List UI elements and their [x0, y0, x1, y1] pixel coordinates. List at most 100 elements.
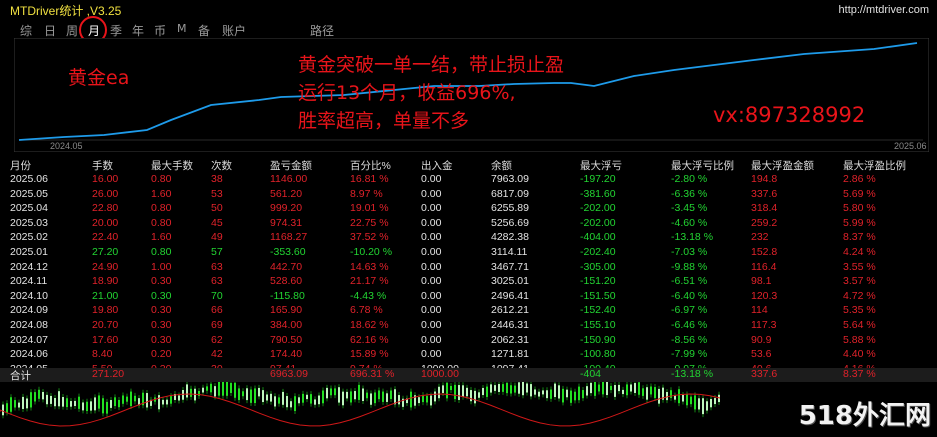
table-row[interactable]: 2024.10 21.00 0.30 70 -115.80 -4.43 % 0.00 2496…: [0, 290, 937, 305]
table-cell: -3.45 %: [671, 202, 708, 215]
table-cell: -6.40 %: [671, 289, 708, 302]
total-row: 合计 271.20 6963.09 696.31 % 1000.00 -404 -13.18…: [0, 368, 937, 382]
table-cell: 120.3: [751, 289, 778, 302]
table-cell: 232: [751, 231, 769, 244]
table-cell: 8.37 %: [843, 231, 876, 244]
tab-symbol[interactable]: 币: [154, 22, 166, 39]
table-cell: -151.50: [580, 289, 616, 302]
column-header[interactable]: 最大浮亏比例: [671, 158, 734, 173]
table-cell: 0.80: [151, 246, 172, 258]
table-cell: -2.80 %: [671, 173, 708, 185]
app-url-link[interactable]: http://mtdriver.com: [839, 4, 929, 16]
column-header[interactable]: 百分比%: [350, 158, 391, 173]
table-cell: 22.40: [92, 231, 119, 244]
table-cell: 0.00: [421, 275, 442, 288]
table-cell: 2025.04: [10, 202, 48, 215]
table-cell: 26.00: [92, 187, 119, 200]
monthly-stats-table: 月份 手数 最大手数 次数 盈亏金额 百分比% 出入金 余额 最大浮亏 最大浮亏比例 最大浮盈金额 最…: [0, 152, 937, 382]
table-cell: 3114.11: [491, 246, 528, 258]
table-cell: 117.3: [751, 319, 777, 331]
table-cell: 63: [211, 260, 223, 273]
column-header[interactable]: 最大浮盈金额: [751, 158, 814, 173]
table-cell: 5.99 %: [843, 216, 876, 229]
column-header[interactable]: 次数: [211, 158, 232, 173]
column-header[interactable]: 盈亏金额: [270, 158, 312, 173]
table-row[interactable]: 2025.01 27.20 0.80 57 -353.60 -10.20 % 0.00 311…: [0, 246, 937, 261]
tab-year[interactable]: 年: [132, 22, 144, 39]
table-cell: 0.80: [151, 216, 172, 229]
column-header[interactable]: 余额: [491, 158, 512, 173]
table-row[interactable]: 2025.05 26.00 1.60 53 561.20 8.97 % 0.00 6817.0…: [0, 188, 937, 203]
table-cell: 5.80 %: [843, 202, 876, 215]
table-cell: 194.8: [751, 173, 778, 185]
table-cell: 5.35 %: [843, 304, 876, 317]
table-cell: 62.16 %: [350, 333, 389, 346]
table-row[interactable]: 2024.08 20.70 0.30 69 384.00 18.62 % 0.00 2446.…: [0, 319, 937, 334]
x-axis-end-label: 2025.06: [894, 141, 927, 151]
table-row[interactable]: 2024.06 8.40 0.20 42 174.40 15.89 % 0.00 1271.8…: [0, 348, 937, 363]
table-cell: 152.8: [751, 246, 778, 258]
table-cell: 384.00: [270, 319, 303, 331]
annotation-strategy: 黄金突破一单一结，带止损止盈: [298, 54, 565, 76]
table-cell: 7963.09: [491, 173, 529, 185]
table-row[interactable]: 2024.07 17.60 0.30 62 790.50 62.16 % 0.00 2062.…: [0, 334, 937, 349]
table-cell: 2025.01: [10, 246, 48, 258]
table-cell: 8.40: [92, 348, 113, 361]
table-cell: 63: [211, 275, 223, 288]
table-cell: 20.00: [92, 216, 119, 229]
table-row[interactable]: 2025.03 20.00 0.80 45 974.31 22.75 % 0.00 5256.…: [0, 217, 937, 232]
table-cell: 2025.05: [10, 187, 48, 200]
table-row[interactable]: 2025.02 22.40 1.60 49 1168.27 37.52 % 0.00 4282…: [0, 231, 937, 246]
table-cell: 22.80: [92, 202, 119, 215]
table-cell: -7.03 %: [671, 246, 708, 258]
column-header[interactable]: 手数: [92, 158, 113, 173]
table-cell: 0.30: [151, 304, 172, 317]
table-cell: -404.00: [580, 231, 616, 244]
table-row[interactable]: 2025.06 16.00 0.80 38 1146.00 16.81 % 0.00 7963…: [0, 173, 937, 188]
table-cell: 2446.31: [491, 319, 529, 331]
table-cell: 974.31: [270, 216, 303, 229]
column-header[interactable]: 月份: [10, 158, 31, 173]
tab-magic[interactable]: M: [177, 22, 187, 35]
tab-week[interactable]: 周: [66, 22, 78, 39]
table-cell: -197.20: [580, 173, 616, 185]
table-row[interactable]: 2024.11 18.90 0.30 63 528.60 21.17 % 0.00 3025.…: [0, 275, 937, 290]
table-cell: -13.18 %: [671, 231, 714, 244]
table-cell: -6.51 %: [671, 275, 708, 288]
table-cell: 2612.21: [491, 304, 529, 317]
table-cell: -100.80: [580, 348, 616, 361]
tab-account[interactable]: 账户: [222, 22, 246, 39]
table-cell: -353.60: [270, 246, 306, 258]
table-cell: 999.20: [270, 202, 303, 215]
column-header[interactable]: 出入金: [421, 158, 453, 173]
table-cell: 21.00: [92, 289, 119, 302]
tab-path[interactable]: 路径: [310, 22, 334, 39]
table-cell: 19.01 %: [350, 202, 389, 215]
title-bar: MTDriver统计 ,V3.25 http://mtdriver.com: [0, 0, 937, 20]
total-cell: 271.20: [92, 368, 125, 380]
table-row[interactable]: 2024.09 19.80 0.30 66 165.90 6.78 % 0.00 2612.2…: [0, 304, 937, 319]
column-header[interactable]: 最大手数: [151, 158, 193, 173]
table-row[interactable]: 2024.12 24.90 1.00 63 442.70 14.63 % 0.00 3467.…: [0, 261, 937, 276]
table-cell: 2024.12: [10, 260, 48, 273]
table-cell: 4282.38: [491, 231, 529, 244]
tab-day[interactable]: 日: [44, 22, 56, 39]
table-row[interactable]: 2025.04 22.80 0.80 50 999.20 19.01 % 0.00 6255.…: [0, 202, 937, 217]
table-cell: 49: [211, 231, 223, 244]
table-cell: 2062.31: [491, 333, 529, 346]
total-cell: 8.37 %: [843, 368, 876, 380]
table-cell: 5256.69: [491, 216, 529, 229]
column-header[interactable]: 最大浮盈比例: [843, 158, 906, 173]
table-cell: 3025.01: [491, 275, 529, 288]
tab-summary[interactable]: 综: [20, 22, 32, 39]
table-cell: -7.99 %: [671, 348, 708, 361]
table-cell: -6.46 %: [671, 319, 708, 331]
table-cell: -381.60: [580, 187, 616, 200]
column-header[interactable]: 最大浮亏: [580, 158, 622, 173]
tab-comment[interactable]: 备: [198, 22, 210, 39]
tab-quarter[interactable]: 季: [110, 22, 122, 39]
annotation-duration: 运行13个月，收益696%,: [298, 82, 516, 104]
annotation-winrate: 胜率超高，单量不多: [298, 110, 470, 132]
table-cell: 337.6: [751, 187, 778, 200]
table-cell: 6255.89: [491, 202, 529, 215]
